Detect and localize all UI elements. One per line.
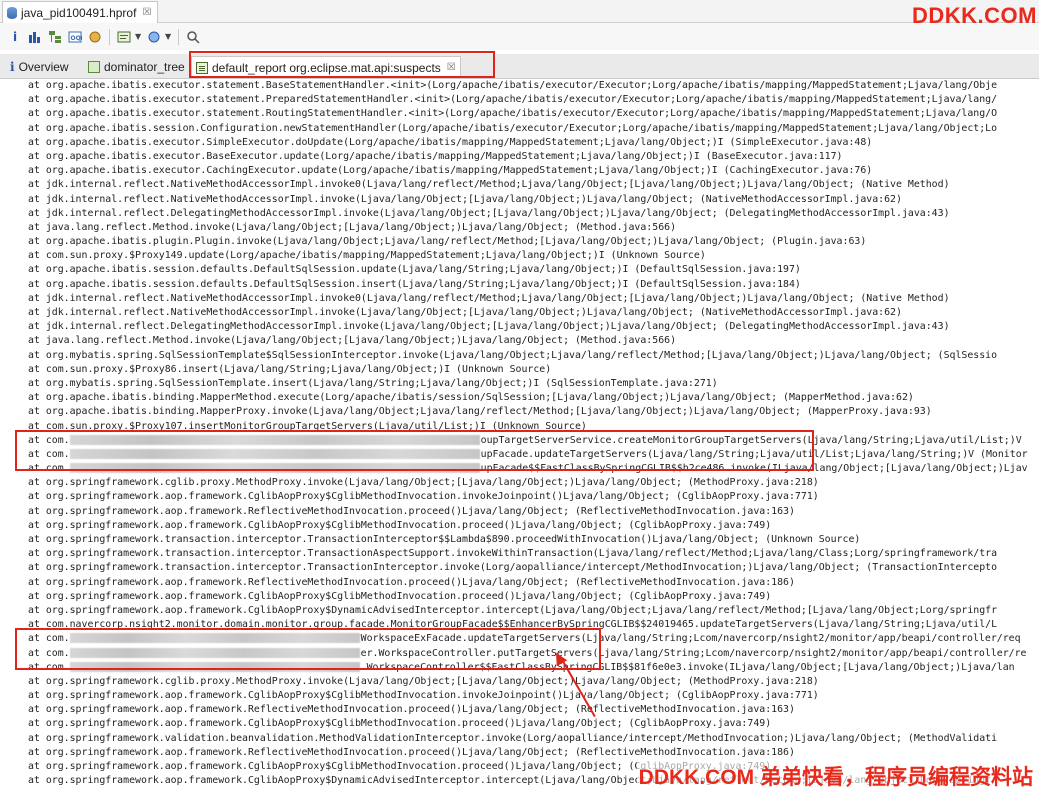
find-object-icon[interactable] (145, 28, 163, 46)
stack-frame-line[interactable]: at com. upFacade$$FastClassBySpringCGLIB$… (0, 462, 1039, 476)
stack-frame-line[interactable]: at com.navercorp.nsight2.monitor.domain.… (0, 618, 1039, 632)
editor-tab-title: java_pid100491.hprof (21, 5, 137, 20)
svg-text:OQL: OQL (71, 35, 83, 42)
frame-text: at com. (28, 448, 70, 460)
stack-frame-line[interactable]: at com.sun.proxy.$Proxy107.insertMonitor… (0, 420, 1039, 434)
tab-default-report[interactable]: default_report org.eclipse.mat.api:suspe… (191, 56, 461, 78)
tree-icon (88, 61, 100, 73)
frame-text: er.WorkspaceController.putTargetServers(… (360, 647, 1027, 659)
close-icon[interactable]: ☒ (447, 62, 456, 73)
oql-icon[interactable]: OQL (66, 28, 84, 46)
redacted-segment (69, 463, 480, 474)
query-browser-icon[interactable] (115, 28, 133, 46)
redacted-segment (69, 647, 360, 658)
tab-dominator-tree-label: dominator_tree (104, 60, 185, 74)
stack-frame-line[interactable]: at org.springframework.aop.framework.Cgl… (0, 519, 1039, 533)
stack-frame-line[interactable]: at org.springframework.aop.framework.Cgl… (0, 604, 1039, 618)
toolbar-separator (109, 28, 110, 45)
stack-frame-line[interactable]: at org.springframework.aop.framework.Ref… (0, 703, 1039, 717)
result-tab-bar: i Overview dominator_tree default_report… (0, 54, 1039, 79)
stack-frame-line[interactable]: at java.lang.reflect.Method.invoke(Ljava… (0, 221, 1039, 235)
chevron-down-icon[interactable]: ▼ (135, 32, 143, 41)
stack-frame-line[interactable]: at org.springframework.aop.framework.Cgl… (0, 717, 1039, 731)
frame-text: at com. (28, 661, 70, 673)
dominator-tree-icon[interactable] (46, 28, 64, 46)
redacted-segment (69, 448, 480, 459)
info-icon: i (10, 60, 15, 74)
stack-frame-line[interactable]: at org.springframework.cglib.proxy.Metho… (0, 675, 1039, 689)
frame-text: upFacade.updateTargetServers(Ljava/lang/… (480, 448, 1028, 460)
stack-frame-line[interactable]: at org.springframework.transaction.inter… (0, 533, 1039, 547)
stack-frame-line[interactable]: at org.springframework.cglib.proxy.Metho… (0, 476, 1039, 490)
chevron-down-icon[interactable]: ▼ (165, 32, 173, 41)
toolbar: i OQL ▼ ▼ (0, 23, 1039, 50)
histogram-icon[interactable] (26, 28, 44, 46)
toolbar-separator (178, 28, 179, 45)
info-icon[interactable]: i (6, 28, 24, 46)
close-icon[interactable]: ☒ (142, 7, 151, 18)
stack-frame-line[interactable]: at java.lang.reflect.Method.invoke(Ljava… (0, 334, 1039, 348)
stack-trace-panel[interactable]: at org.apache.ibatis.executor.statement.… (0, 79, 1039, 793)
editor-tab-hprof[interactable]: java_pid100491.hprof ☒ (2, 1, 159, 23)
heap-dump-overview-icon[interactable] (86, 28, 104, 46)
frame-text: upFacade$$FastClassBySpringCGLIB$$b2ce48… (480, 463, 1028, 475)
stack-frame-line[interactable]: at jdk.internal.reflect.DelegatingMethod… (0, 320, 1039, 334)
tab-dominator-tree[interactable]: dominator_tree (84, 56, 189, 78)
stack-frame-line[interactable]: at org.mybatis.spring.SqlSessionTemplate… (0, 349, 1039, 363)
tab-overview[interactable]: i Overview (6, 56, 73, 78)
stack-frame-line[interactable]: at org.apache.ibatis.executor.SimpleExec… (0, 136, 1039, 150)
stack-frame-line[interactable]: at org.springframework.aop.framework.Cgl… (0, 689, 1039, 703)
stack-frame-line[interactable]: at org.apache.ibatis.binding.MapperMetho… (0, 391, 1039, 405)
stack-frame-line[interactable]: at org.springframework.aop.framework.Ref… (0, 505, 1039, 519)
stack-frame-line[interactable]: at org.apache.ibatis.plugin.Plugin.invok… (0, 235, 1039, 249)
redacted-segment (69, 633, 360, 644)
frame-text: at com. (28, 434, 70, 446)
redacted-segment (69, 661, 360, 672)
stack-frame-line[interactable]: at com. oupTargetServerService.createMoni… (0, 434, 1039, 448)
stack-frame-line[interactable]: at org.springframework.aop.framework.Cgl… (0, 590, 1039, 604)
stack-frame-line[interactable]: at org.springframework.aop.framework.Ref… (0, 576, 1039, 590)
stack-frame-line[interactable]: at com. er.WorkspaceController.putTargetS… (0, 647, 1039, 661)
stack-frame-line[interactable]: at com.sun.proxy.$Proxy86.insert(Ljava/l… (0, 363, 1039, 377)
frame-text: at com. (28, 647, 70, 659)
frame-text: at com. (28, 463, 70, 475)
frame-text: at com. (28, 633, 70, 645)
search-icon[interactable] (184, 28, 202, 46)
stack-frame-line[interactable]: at org.springframework.transaction.inter… (0, 561, 1039, 575)
stack-frame-line[interactable]: at org.springframework.validation.beanva… (0, 732, 1039, 746)
tab-default-report-label: default_report org.eclipse.mat.api:suspe… (212, 60, 441, 75)
frame-text: oupTargetServerService.createMonitorGrou… (480, 434, 1022, 446)
stack-frame-line[interactable]: at jdk.internal.reflect.NativeMethodAcce… (0, 178, 1039, 192)
stack-frame-line[interactable]: at org.apache.ibatis.session.defaults.De… (0, 263, 1039, 277)
stack-frame-line[interactable]: at org.springframework.aop.framework.Cgl… (0, 490, 1039, 504)
stack-frame-line[interactable]: at com. .WorkspaceController$$FastClassBy… (0, 661, 1039, 675)
frame-text: .WorkspaceController$$FastClassBySpringC… (360, 661, 1015, 673)
stack-frame-line[interactable]: at org.apache.ibatis.executor.BaseExecut… (0, 150, 1039, 164)
editor-tab-bar: java_pid100491.hprof ☒ DDKK.COM (0, 0, 1039, 28)
stack-frame-line[interactable]: at org.mybatis.spring.SqlSessionTemplate… (0, 377, 1039, 391)
frame-text: WorkspaceExFacade.updateTargetServers(Lj… (360, 633, 1021, 645)
stack-frame-line[interactable]: at org.springframework.transaction.inter… (0, 547, 1039, 561)
stack-frame-line[interactable]: at org.apache.ibatis.executor.statement.… (0, 79, 1039, 93)
stack-frame-line[interactable]: at org.apache.ibatis.executor.CachingExe… (0, 164, 1039, 178)
stack-frame-line[interactable]: at jdk.internal.reflect.NativeMethodAcce… (0, 292, 1039, 306)
stack-frame-line[interactable]: at org.apache.ibatis.session.Configurati… (0, 122, 1039, 136)
heap-dump-file-icon (7, 6, 17, 19)
stack-frame-line[interactable]: at org.apache.ibatis.executor.statement.… (0, 107, 1039, 121)
stack-frame-line[interactable]: at jdk.internal.reflect.NativeMethodAcce… (0, 193, 1039, 207)
watermark-banner: DDKK.COM 弟弟快看，程序员编程资料站 (636, 761, 1035, 791)
tab-overview-label: Overview (18, 60, 69, 74)
stack-frame-line[interactable]: at org.apache.ibatis.session.defaults.De… (0, 278, 1039, 292)
redacted-segment (69, 434, 480, 445)
stack-frame-line[interactable]: at org.springframework.aop.framework.Ref… (0, 746, 1039, 760)
stack-frame-line[interactable]: at org.apache.ibatis.binding.MapperProxy… (0, 405, 1039, 419)
stack-frame-line[interactable]: at com. WorkspaceExFacade.updateTargetSer… (0, 632, 1039, 646)
report-icon (196, 61, 208, 74)
stack-frame-line[interactable]: at org.apache.ibatis.executor.statement.… (0, 93, 1039, 107)
stack-frame-line[interactable]: at jdk.internal.reflect.DelegatingMethod… (0, 207, 1039, 221)
stack-frame-line[interactable]: at com. upFacade.updateTargetServers(Ljav… (0, 448, 1039, 462)
stack-frame-line[interactable]: at com.sun.proxy.$Proxy149.update(Lorg/a… (0, 249, 1039, 263)
stack-frame-line[interactable]: at jdk.internal.reflect.NativeMethodAcce… (0, 306, 1039, 320)
